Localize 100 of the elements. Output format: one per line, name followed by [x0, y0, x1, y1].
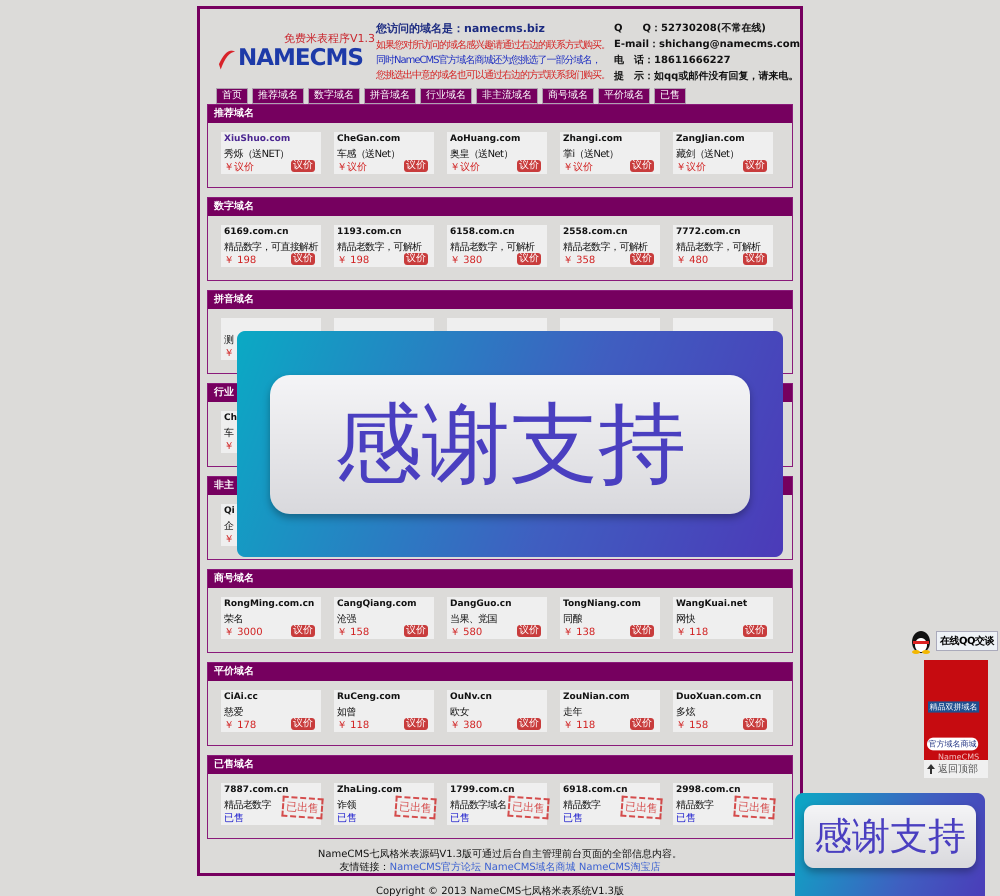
domain-link[interactable]: RongMing.com.cn — [224, 599, 314, 612]
friend-link[interactable]: NameCMS官方论坛 — [390, 862, 482, 873]
domain-price: ￥议价 — [676, 160, 706, 174]
sold-stamp: 已出售 — [394, 796, 437, 820]
nav-tab[interactable]: 拼音域名 — [364, 88, 416, 104]
domain-description: 精品老数字，可解析 — [450, 240, 535, 253]
domain-description: 慈爱 — [224, 706, 243, 718]
bargain-button[interactable]: 议价 — [630, 160, 654, 172]
friend-link[interactable]: NameCMS域名商城 — [484, 862, 576, 873]
sold-stamp: 已出售 — [620, 796, 663, 820]
footer-note: NameCMS七凤格米表源码V1.3版可通过后台自主管理前台页面的全部信息内容。 — [316, 848, 684, 861]
bargain-button[interactable]: 议价 — [291, 253, 315, 265]
domain-price: ￥议价 — [337, 160, 367, 174]
domain-link[interactable]: 2558.com.cn — [563, 227, 628, 240]
domain-link[interactable]: XiuShuo.com — [224, 134, 290, 147]
domain-description: 多炫 — [676, 706, 695, 718]
section-title: 平价域名 — [208, 663, 792, 681]
bargain-button[interactable]: 议价 — [517, 253, 541, 265]
ad-banner[interactable]: 精品双拼域名 官方域名商城 NameCMS — [924, 660, 988, 760]
domain-description: 网快 — [676, 612, 695, 625]
logo: NAMECMS — [238, 45, 363, 71]
bargain-button[interactable]: 议价 — [517, 625, 541, 637]
domain-link[interactable]: 1799.com.cn — [450, 785, 515, 798]
mall-button[interactable]: 官方域名商城 — [927, 738, 978, 750]
domain-link[interactable]: RuCeng.com — [337, 692, 400, 705]
bargain-button[interactable]: 议价 — [743, 160, 767, 172]
bargain-button[interactable]: 议价 — [630, 625, 654, 637]
domain-description: 车 — [224, 426, 234, 439]
domain-price: ￥ 118 — [676, 626, 708, 639]
bargain-button[interactable]: 议价 — [630, 718, 654, 730]
nav-tab[interactable]: 非主流域名 — [476, 88, 538, 104]
domain-description: 精品数字域名 — [450, 798, 506, 811]
domain-link[interactable]: ZhaLing.com — [337, 785, 402, 798]
domain-link[interactable]: Qi — [224, 506, 235, 519]
domain-link[interactable]: 1193.com.cn — [337, 227, 402, 240]
domain-price: ￥ — [224, 533, 234, 546]
domain-price: ￥ 358 — [563, 254, 596, 267]
domain-link[interactable]: Zhangi.com — [563, 134, 622, 147]
domain-description: 如曾 — [337, 706, 356, 718]
copyright: Copyright © 2013 NameCMS七凤格米表系统V1.3版 — [374, 884, 626, 896]
logo-tagline: 免费米表程序V1.3 — [284, 32, 376, 46]
domain-link[interactable]: 2998.com.cn — [676, 785, 741, 798]
bargain-button[interactable]: 议价 — [291, 718, 315, 730]
nav-tab[interactable]: 行业域名 — [420, 88, 472, 104]
domain-link[interactable]: CheGan.com — [337, 134, 400, 147]
up-arrow-icon — [927, 764, 935, 774]
domain-price: ￥议价 — [450, 160, 480, 174]
bargain-button[interactable]: 议价 — [517, 160, 541, 172]
domain-link[interactable]: OuNv.cn — [450, 692, 492, 705]
domain-description: 精品数字，可直接解析 — [224, 240, 318, 253]
thanks-text: 感谢支持 — [804, 805, 976, 868]
domain-link[interactable]: 6158.com.cn — [450, 227, 515, 240]
bargain-button[interactable]: 议价 — [517, 718, 541, 730]
sold-stamp: 已出售 — [733, 796, 776, 820]
back-to-top-button[interactable]: 返回顶部 — [924, 760, 988, 778]
domain-price: ￥ 158 — [337, 626, 370, 639]
nav-tab[interactable]: 商号域名 — [542, 88, 594, 104]
domain-description: 欧女 — [450, 706, 469, 718]
domain-description: 同酿 — [563, 612, 582, 625]
domain-price: ￥ 198 — [224, 254, 256, 267]
nav-tab[interactable]: 推荐域名 — [252, 88, 304, 104]
domain-price: ￥ 380 — [450, 254, 482, 267]
bargain-button[interactable]: 议价 — [291, 625, 315, 637]
friend-link[interactable]: NameCMS淘宝店 — [578, 862, 660, 873]
bargain-button[interactable]: 议价 — [404, 718, 428, 730]
domain-link[interactable]: ZouNian.com — [563, 692, 630, 705]
domain-link[interactable]: 7772.com.cn — [676, 227, 741, 240]
nav-tab[interactable]: 平价域名 — [598, 88, 650, 104]
bargain-button[interactable]: 议价 — [743, 625, 767, 637]
domain-link[interactable]: 7887.com.cn — [224, 785, 289, 798]
nav-tab[interactable]: 已售 — [654, 88, 686, 104]
bargain-button[interactable]: 议价 — [404, 253, 428, 265]
domain-description: 精品数字 — [563, 798, 601, 811]
nav-tab[interactable]: 首页 — [216, 88, 248, 104]
domain-link[interactable]: TongNiang.com — [563, 599, 641, 612]
nav-tab[interactable]: 数字域名 — [308, 88, 360, 104]
domain-link[interactable]: Ch — [224, 413, 238, 426]
sold-status: 已售 — [563, 812, 584, 825]
domain-price: ￥议价 — [563, 160, 593, 174]
domain-link[interactable]: AoHuang.com — [450, 134, 520, 147]
domain-description: 奥皇（送Net） — [450, 148, 513, 160]
bargain-button[interactable]: 议价 — [404, 160, 428, 172]
bargain-button[interactable]: 议价 — [291, 160, 315, 172]
domain-description: 走年 — [563, 706, 582, 718]
domain-link[interactable]: DuoXuan.com.cn — [676, 692, 762, 705]
domain-link[interactable]: 6918.com.cn — [563, 785, 628, 798]
domain-link[interactable]: CangQiang.com — [337, 599, 417, 612]
domain-link[interactable]: DangGuo.cn — [450, 599, 512, 612]
domain-link[interactable]: 6169.com.cn — [224, 227, 289, 240]
domain-link[interactable]: ZangJian.com — [676, 134, 745, 147]
domain-description: 精品老数字，可解析 — [563, 240, 648, 253]
bargain-button[interactable]: 议价 — [404, 625, 428, 637]
domain-link[interactable]: CiAi.cc — [224, 692, 258, 705]
bargain-button[interactable]: 议价 — [743, 253, 767, 265]
bargain-button[interactable]: 议价 — [630, 253, 654, 265]
domain-link[interactable]: WangKuai.net — [676, 599, 748, 612]
visited-domain-title: 您访问的域名是：namecms.biz — [376, 21, 546, 35]
domain-description: 秀烁（送NET） — [224, 148, 290, 160]
bargain-button[interactable]: 议价 — [743, 718, 767, 730]
domain-price: ￥ — [224, 347, 234, 360]
